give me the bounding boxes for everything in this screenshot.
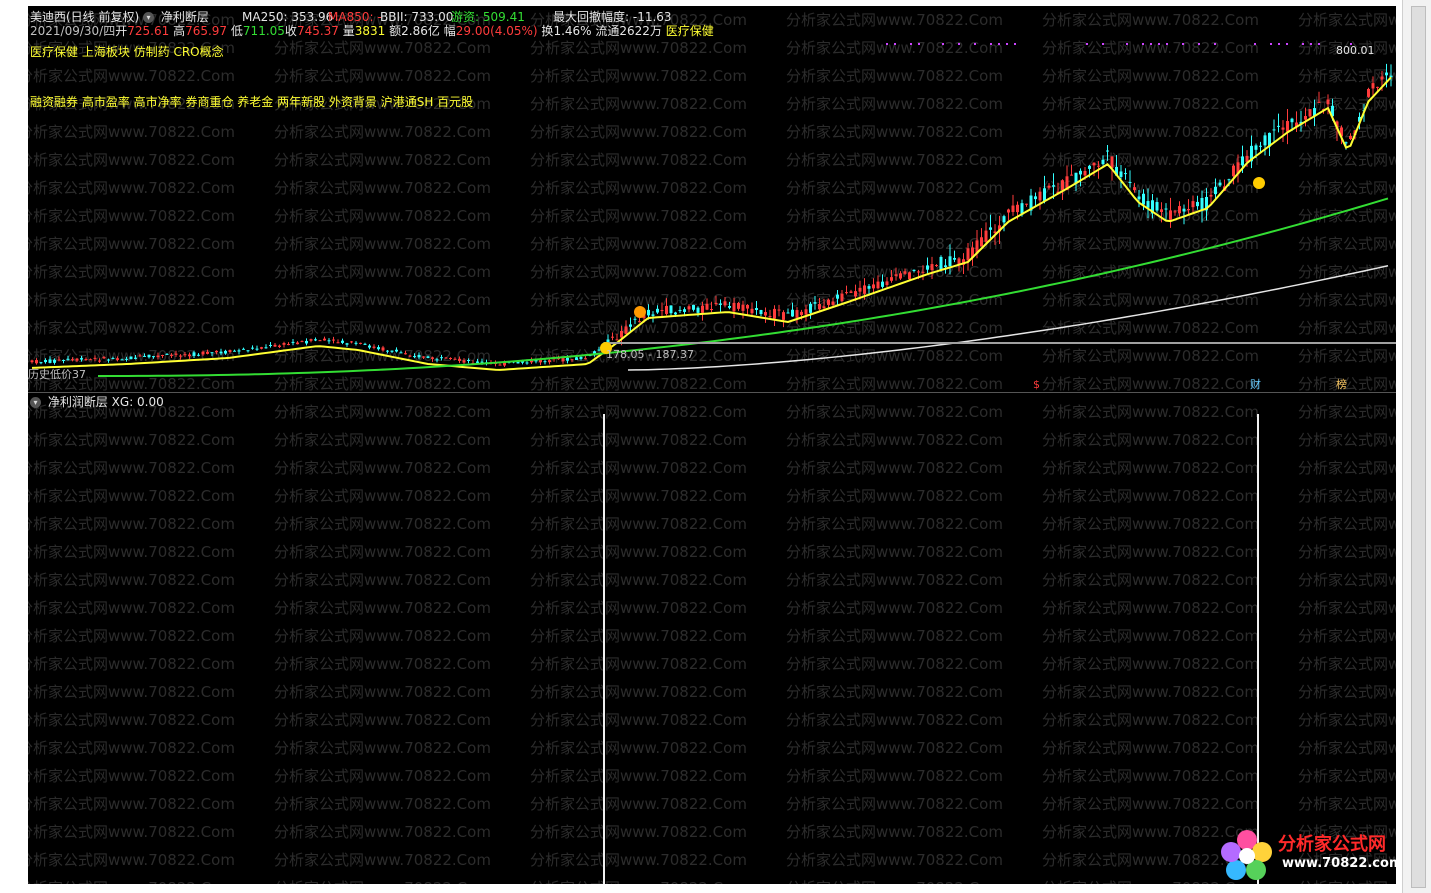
flower-logo-icon	[1221, 830, 1272, 880]
vertical-scrollbar[interactable]	[1402, 0, 1431, 893]
chart-window[interactable]: 分析家公式网www.70822.Com 分析家公式网www.70822.Com 分析…	[28, 6, 1396, 884]
signal-chart[interactable]	[28, 6, 1396, 884]
site-logo: 分析家公式网 www.70822.com	[1218, 826, 1418, 884]
scrollbar-thumb[interactable]	[1411, 6, 1426, 888]
logo-name: 分析家公式网	[1278, 834, 1386, 855]
logo-url: www.70822.com	[1282, 856, 1403, 871]
